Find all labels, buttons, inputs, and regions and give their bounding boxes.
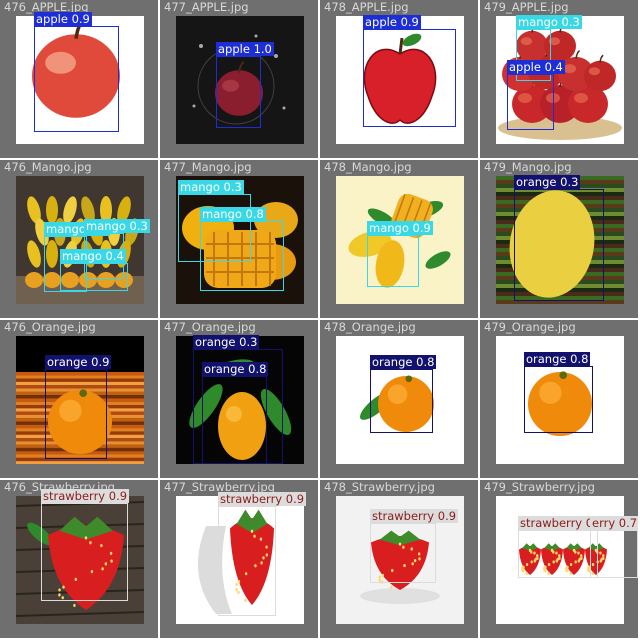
detection-box [216,56,261,128]
detection-box [514,189,604,301]
detection-box [518,530,598,578]
detection-label: apple 0.4 [507,60,565,74]
result-tile: 476_Orange.jpg orange 0.9 [0,320,158,478]
detection-label: mango 0.3 [178,180,244,194]
result-tile: 479_Strawberry.jpg strawberry 0.7 erry 0.… [480,480,638,638]
result-tile: 479_APPLE.jpg mango 0.3 apple 0.4 [480,0,638,158]
detection-label: strawberry 0.9 [370,509,459,523]
detection-label: apple 1.0 [216,42,274,56]
detection-label: orange 0.3 [193,335,260,349]
tile-filename: 477_Orange.jpg [164,320,256,334]
detection-box [367,235,419,287]
detection-box [45,369,107,459]
detection-label: orange 0.3 [514,175,581,189]
detection-label: apple 0.9 [363,15,421,29]
result-tile: 476_Strawberry.jpg strawberry 0.9 [0,480,158,638]
detection-label: mango 0.9 [367,221,433,235]
detection-label: orange 0.8 [370,355,437,369]
detection-box [370,369,433,433]
result-tile: 476_Mango.jpg mango 0.3 mango 0.3 mango 0.4 [0,160,158,318]
detection-box [590,530,638,578]
detection-box [524,366,593,433]
tile-filename: 476_Orange.jpg [4,320,96,334]
detection-label: mango 0.8 [200,207,266,221]
detection-label: strawberry 0.9 [41,489,130,503]
result-tile: 478_Strawberry.jpg strawberry 0.9 [320,480,478,638]
detection-box [60,263,128,291]
detection-box [41,503,128,601]
detection-label: mango 0.4 [60,249,126,263]
detection-label: mango 0.3 [516,15,582,29]
detection-box [200,221,284,291]
detection-label: orange 0.9 [45,355,112,369]
detection-label: mango 0.3 [84,219,150,233]
detection-box [370,523,436,583]
detection-label: orange 0.8 [524,352,591,366]
result-tile: 479_Mango.jpg orange 0.3 [480,160,638,318]
tile-filename: 479_Orange.jpg [484,320,576,334]
tile-filename: 477_APPLE.jpg [164,0,249,14]
result-tile: 479_Orange.jpg orange 0.8 [480,320,638,478]
detection-box [202,376,267,464]
detection-label: strawberry 0.9 [218,492,307,506]
detection-box [363,29,456,127]
result-tile: 477_Orange.jpg orange 0.3 orange 0.8 [160,320,318,478]
tile-filename: 478_Strawberry.jpg [324,480,435,494]
tile-filename: 477_Mango.jpg [164,160,252,174]
result-tile: 477_Strawberry.jpg strawberry 0.9 [160,480,318,638]
result-tile: 477_Mango.jpg mango 0.3 mango 0.8 [160,160,318,318]
tile-filename: 479_APPLE.jpg [484,0,569,14]
detection-grid: 476_APPLE.jpg apple 0.9 477_APPLE.jpg app… [0,0,640,640]
result-tile: 478_Orange.jpg orange 0.8 [320,320,478,478]
detection-box [218,506,276,616]
result-tile: 478_Mango.jpg mango 0.9 [320,160,478,318]
tile-filename: 479_Strawberry.jpg [484,480,595,494]
tile-filename: 478_Mango.jpg [324,160,412,174]
detection-box [34,26,119,132]
detection-label: apple 0.9 [34,12,92,26]
detection-label: orange 0.8 [202,362,269,376]
result-tile: 476_APPLE.jpg apple 0.9 [0,0,158,158]
detection-label: erry 0.7 [590,516,638,530]
result-tile: 477_APPLE.jpg apple 1.0 [160,0,318,158]
tile-filename: 478_Orange.jpg [324,320,416,334]
tile-filename: 478_APPLE.jpg [324,0,409,14]
tile-filename: 479_Mango.jpg [484,160,572,174]
tile-filename: 476_Mango.jpg [4,160,92,174]
detection-box [507,74,554,130]
result-tile: 478_APPLE.jpg apple 0.9 [320,0,478,158]
